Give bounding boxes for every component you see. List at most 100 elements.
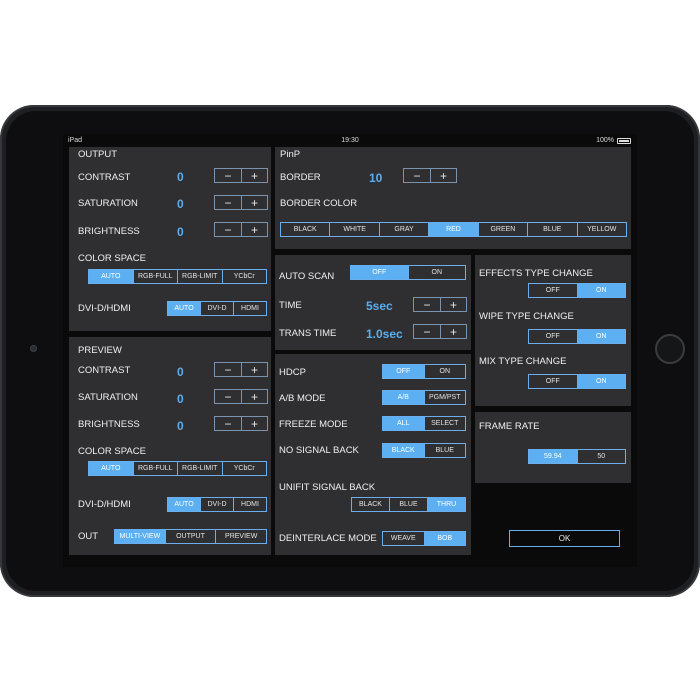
option-59-94[interactable]: 59.94: [529, 450, 577, 463]
scan-panel: AUTO SCAN OFF ON TIME 5sec − + TRANS TIME…: [275, 255, 471, 350]
option-ycbcr[interactable]: YCbCr: [221, 270, 267, 283]
plus-button[interactable]: +: [241, 363, 267, 376]
option-on[interactable]: ON: [576, 330, 625, 343]
option-bob[interactable]: BOB: [423, 532, 465, 545]
option-off[interactable]: OFF: [529, 284, 577, 297]
plus-button[interactable]: +: [241, 169, 267, 182]
wipe-type-change-label: WIPE TYPE CHANGE: [479, 311, 574, 322]
option-hdmi[interactable]: HDMI: [233, 302, 266, 315]
option-black[interactable]: BLACK: [281, 223, 329, 236]
option-preview[interactable]: PREVIEW: [215, 530, 266, 543]
option-off[interactable]: OFF: [529, 375, 577, 388]
option-thru[interactable]: THRU: [427, 498, 465, 511]
pinp-border-stepper: − +: [403, 168, 457, 183]
option-blue[interactable]: BLUE: [389, 498, 427, 511]
output-saturation-stepper: − +: [214, 195, 268, 210]
output-saturation-label: SATURATION: [78, 198, 138, 209]
option-pgm-pst[interactable]: PGM/PST: [423, 391, 466, 404]
effects-type-change-toggle: OFF ON: [528, 283, 626, 298]
option-hdmi[interactable]: HDMI: [233, 498, 266, 511]
output-color-space-selector: AUTO RGB-FULL RGB-LIMIT YCbCr: [88, 269, 267, 284]
preview-dvi-selector: AUTO DVI-D HDMI: [167, 497, 267, 512]
output-brightness-label: BRIGHTNESS: [78, 226, 140, 237]
preview-out-selector: MULTI-VIEW OUTPUT PREVIEW: [114, 529, 267, 544]
pinp-border-label: BORDER: [280, 172, 321, 183]
minus-button[interactable]: −: [414, 325, 440, 338]
option-on[interactable]: ON: [423, 365, 466, 378]
option-rgb-full[interactable]: RGB-FULL: [132, 462, 178, 475]
option-gray[interactable]: GRAY: [378, 223, 428, 236]
time-value: 5sec: [366, 299, 393, 313]
option-white[interactable]: WHITE: [329, 223, 378, 236]
output-title: OUTPUT: [78, 149, 118, 160]
option-dvi-d[interactable]: DVI-D: [200, 498, 233, 511]
option-yellow[interactable]: YELLOW: [576, 223, 626, 236]
output-contrast-value: 0: [177, 170, 184, 184]
option-black[interactable]: BLACK: [352, 498, 389, 511]
option-auto[interactable]: AUTO: [168, 498, 200, 511]
minus-button[interactable]: −: [215, 417, 241, 430]
deinterlace-mode-toggle: WEAVE BOB: [382, 531, 466, 546]
unifit-signal-back-label: UNIFIT SIGNAL BACK: [279, 482, 376, 493]
option-off[interactable]: OFF: [351, 266, 408, 279]
option-off[interactable]: OFF: [529, 330, 577, 343]
option-blue[interactable]: BLUE: [423, 444, 466, 457]
output-brightness-stepper: − +: [214, 222, 268, 237]
ok-button[interactable]: OK: [509, 530, 620, 547]
minus-button[interactable]: −: [414, 298, 440, 311]
unifit-signal-back-selector: BLACK BLUE THRU: [351, 497, 466, 512]
option-multi-view[interactable]: MULTI-VIEW: [115, 530, 165, 543]
option-output[interactable]: OUTPUT: [164, 530, 216, 543]
option-auto[interactable]: AUTO: [89, 462, 133, 475]
option-on[interactable]: ON: [576, 284, 625, 297]
minus-button[interactable]: −: [404, 169, 430, 182]
minus-button[interactable]: −: [215, 196, 241, 209]
option-green[interactable]: GREEN: [477, 223, 527, 236]
minus-button[interactable]: −: [215, 363, 241, 376]
minus-button[interactable]: −: [215, 223, 241, 236]
option-on[interactable]: ON: [576, 375, 625, 388]
effects-panel: EFFECTS TYPE CHANGE OFF ON WIPE TYPE CHA…: [475, 255, 631, 406]
frame-rate-panel: FRAME RATE 59.94 50: [475, 412, 631, 483]
option-rgb-full[interactable]: RGB-FULL: [132, 270, 178, 283]
option-ab[interactable]: A/B: [383, 391, 424, 404]
pinp-title: PinP: [280, 149, 301, 160]
minus-button[interactable]: −: [215, 169, 241, 182]
preview-contrast-stepper: − +: [214, 362, 268, 377]
option-rgb-limit[interactable]: RGB-LIMIT: [177, 462, 222, 475]
pinp-border-color-label: BORDER COLOR: [280, 198, 358, 209]
option-dvi-d[interactable]: DVI-D: [200, 302, 233, 315]
home-button[interactable]: [655, 334, 685, 364]
plus-button[interactable]: +: [430, 169, 456, 182]
time-label: TIME: [279, 300, 302, 311]
option-50[interactable]: 50: [576, 450, 626, 463]
option-auto[interactable]: AUTO: [168, 302, 200, 315]
ab-mode-toggle: A/B PGM/PST: [382, 390, 466, 405]
option-all[interactable]: ALL: [383, 417, 424, 430]
option-rgb-limit[interactable]: RGB-LIMIT: [177, 270, 222, 283]
option-ycbcr[interactable]: YCbCr: [221, 462, 267, 475]
plus-button[interactable]: +: [241, 196, 267, 209]
freeze-mode-label: FREEZE MODE: [279, 419, 348, 430]
option-off[interactable]: OFF: [383, 365, 424, 378]
app-screen: iPad 19:30 100% OUTPUT CONTRAST 0 − + SAT…: [63, 134, 637, 567]
option-auto[interactable]: AUTO: [89, 270, 133, 283]
plus-button[interactable]: +: [241, 223, 267, 236]
hdcp-toggle: OFF ON: [382, 364, 466, 379]
preview-saturation-value: 0: [177, 392, 184, 406]
option-weave[interactable]: WEAVE: [383, 532, 424, 545]
minus-button[interactable]: −: [215, 390, 241, 403]
plus-button[interactable]: +: [440, 325, 466, 338]
ab-mode-label: A/B MODE: [279, 393, 326, 404]
option-red[interactable]: RED: [428, 223, 478, 236]
settings-panel: HDCP OFF ON A/B MODE A/B PGM/PST FREEZE …: [275, 354, 471, 555]
option-on[interactable]: ON: [407, 266, 466, 279]
option-black[interactable]: BLACK: [383, 444, 424, 457]
plus-button[interactable]: +: [241, 417, 267, 430]
option-blue[interactable]: BLUE: [527, 223, 576, 236]
preview-color-space-label: COLOR SPACE: [78, 446, 146, 457]
plus-button[interactable]: +: [241, 390, 267, 403]
option-select[interactable]: SELECT: [423, 417, 466, 430]
plus-button[interactable]: +: [440, 298, 466, 311]
preview-brightness-value: 0: [177, 419, 184, 433]
